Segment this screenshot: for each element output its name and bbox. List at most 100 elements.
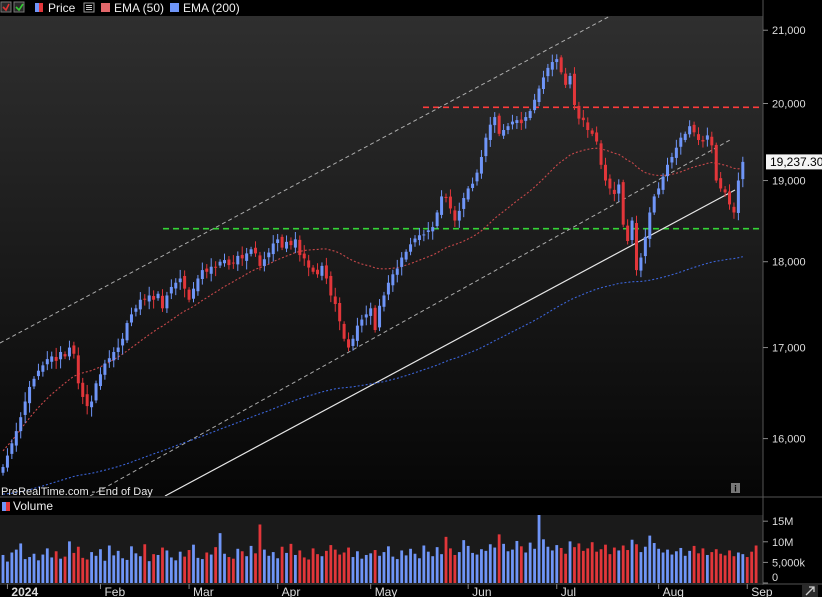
volume-tick-label: 0	[772, 572, 778, 584]
volume-bar	[85, 559, 89, 583]
volume-bar	[307, 559, 311, 583]
candle-body	[417, 235, 421, 241]
candle-body	[329, 275, 333, 296]
y-tick-label: 17,000	[772, 343, 806, 355]
volume-bar	[471, 552, 474, 583]
expand-icon[interactable]	[802, 585, 818, 597]
candle-body	[617, 184, 621, 194]
volume-bar	[400, 550, 404, 583]
candle-body	[196, 278, 200, 292]
candle-body	[595, 132, 599, 142]
volume-bar	[608, 554, 612, 583]
candle	[125, 320, 129, 343]
volume-bar	[68, 541, 71, 583]
candle-body	[688, 126, 692, 135]
volume-bar	[542, 539, 545, 583]
volume-bar	[192, 544, 195, 583]
candle-body	[160, 295, 164, 309]
volume-bar	[555, 545, 559, 583]
info-icon[interactable]: i	[731, 483, 740, 494]
legend-ema200-label: EMA (200)	[183, 1, 240, 15]
volume-swatch-up	[2, 502, 6, 511]
volume-bar	[112, 555, 116, 583]
volume-bar	[6, 561, 9, 583]
volume-bar	[254, 553, 257, 583]
volume-bar	[1, 554, 5, 583]
candle-body	[457, 210, 461, 221]
candle-body	[626, 225, 630, 242]
volume-bar	[316, 554, 319, 583]
volume-bar	[502, 543, 505, 583]
candle-body	[608, 178, 612, 189]
volume-bar	[342, 552, 346, 583]
candle-body	[555, 59, 559, 63]
volume-bar	[54, 551, 58, 583]
volume-bar	[227, 557, 231, 583]
volume-bar	[59, 558, 62, 583]
volume-bar	[311, 548, 315, 583]
volume-bar	[165, 550, 169, 583]
volume-bar	[356, 551, 359, 583]
candle-body	[546, 67, 550, 77]
candle	[342, 321, 346, 342]
candle-body	[267, 252, 271, 258]
volume-bar	[666, 549, 669, 583]
volume-bar	[692, 545, 696, 583]
candle-body	[391, 274, 395, 286]
candle-body	[657, 188, 661, 195]
candle-body	[276, 239, 280, 243]
candle-body	[347, 339, 351, 348]
volume-bar	[652, 543, 656, 583]
volume-bar	[480, 549, 483, 583]
candle-body	[533, 99, 537, 111]
volume-bar	[741, 554, 745, 583]
close-icon[interactable]	[0, 1, 12, 13]
volume-bar	[196, 557, 200, 583]
volume-bar	[493, 547, 497, 583]
candle-body	[705, 135, 709, 140]
menu-icon[interactable]	[83, 2, 95, 13]
candle-body	[431, 227, 435, 232]
volume-bar	[200, 559, 204, 583]
volume-bar	[125, 559, 129, 583]
volume-bar	[595, 551, 599, 583]
check-icon[interactable]	[13, 1, 25, 13]
candle-body	[652, 196, 656, 213]
volume-bar	[457, 552, 461, 583]
x-tick-label: Aug	[663, 585, 684, 597]
volume-bar	[320, 556, 324, 583]
candle-body	[382, 295, 386, 307]
svg-text:i: i	[734, 484, 737, 494]
volume-bar	[418, 558, 421, 583]
candle-body	[448, 196, 452, 209]
candle-body	[674, 147, 678, 158]
candle-body	[85, 394, 89, 407]
volume-bar	[528, 542, 532, 583]
volume-bar	[267, 555, 271, 583]
volume-bar	[573, 547, 576, 583]
volume-bar	[19, 543, 23, 583]
candle-body	[307, 260, 311, 268]
candle-body	[342, 323, 346, 339]
volume-bar	[670, 554, 674, 583]
candle-body	[116, 347, 120, 352]
volume-tick-label: 10M	[772, 537, 793, 549]
volume-bar	[387, 546, 390, 583]
ema200-swatch	[170, 3, 179, 12]
candle-body	[701, 139, 705, 142]
volume-bar	[586, 548, 590, 583]
volume-swatch-down	[6, 502, 10, 511]
candle	[94, 380, 98, 404]
candle-body	[670, 157, 674, 163]
volume-bar	[754, 545, 758, 583]
candle-body	[174, 282, 178, 289]
volume-legend[interactable]: Volume	[0, 498, 59, 514]
candle-body	[426, 230, 430, 232]
candle-body	[435, 212, 439, 227]
volume-bar	[511, 549, 514, 583]
volume-bar	[488, 544, 492, 583]
candle-body	[165, 295, 169, 309]
price-chart[interactable]: Price EMA (50) EMA (200) 16,000 17,000 18,…	[0, 0, 822, 597]
volume-bar	[329, 545, 333, 583]
volume-bar	[249, 545, 253, 583]
